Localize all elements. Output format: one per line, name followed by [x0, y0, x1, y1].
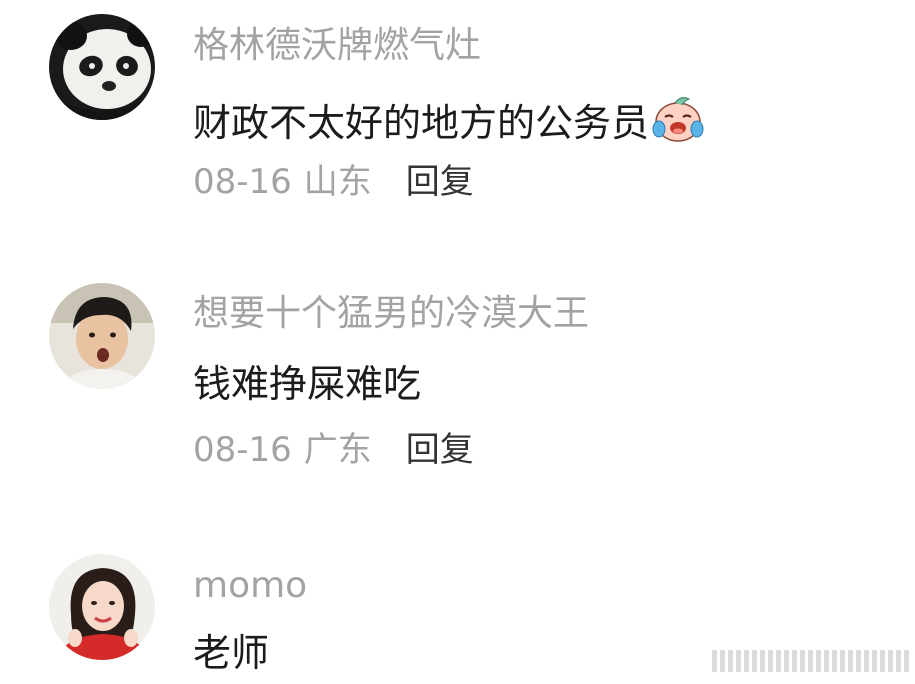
comment-region: 广东	[303, 430, 372, 470]
user-avatar[interactable]	[49, 14, 155, 120]
username[interactable]: 格林德沃牌燃气灶	[193, 24, 481, 68]
user-avatar[interactable]	[49, 554, 155, 660]
reply-button[interactable]: 回复	[406, 161, 474, 203]
comment-date: 08-16	[193, 430, 292, 470]
young-woman-avatar-icon	[49, 554, 155, 660]
young-man-avatar-icon	[49, 283, 155, 389]
user-avatar[interactable]	[49, 283, 155, 389]
comment-text: 钱难挣屎难吃	[193, 361, 421, 407]
comment-text: 财政不太好的地方的公务员	[193, 93, 705, 153]
comment-text-label: 老师	[193, 631, 270, 675]
comment-meta: 08-16 山东 回复	[193, 161, 474, 203]
comment-item: 格林德沃牌燃气灶 财政不太好的地方的公务员 08-16 山东 回复	[0, 0, 915, 240]
comment-text: 老师	[193, 630, 269, 676]
panda-avatar-icon	[49, 14, 155, 120]
comment-text-label: 钱难挣屎难吃	[193, 362, 422, 406]
crying-laughing-emoji-icon	[651, 93, 705, 153]
username[interactable]: momo	[193, 564, 307, 608]
comment-region: 山东	[303, 162, 372, 202]
username[interactable]: 想要十个猛男的冷漠大王	[193, 292, 589, 336]
reply-button[interactable]: 回复	[406, 429, 474, 471]
comment-meta: 08-16 广东 回复	[193, 429, 474, 471]
watermark	[712, 650, 909, 672]
comment-item: 想要十个猛男的冷漠大王 钱难挣屎难吃 08-16 广东 回复	[0, 240, 915, 510]
comment-text-label: 财政不太好的地方的公务员	[193, 101, 650, 145]
comment-date: 08-16	[193, 162, 292, 202]
